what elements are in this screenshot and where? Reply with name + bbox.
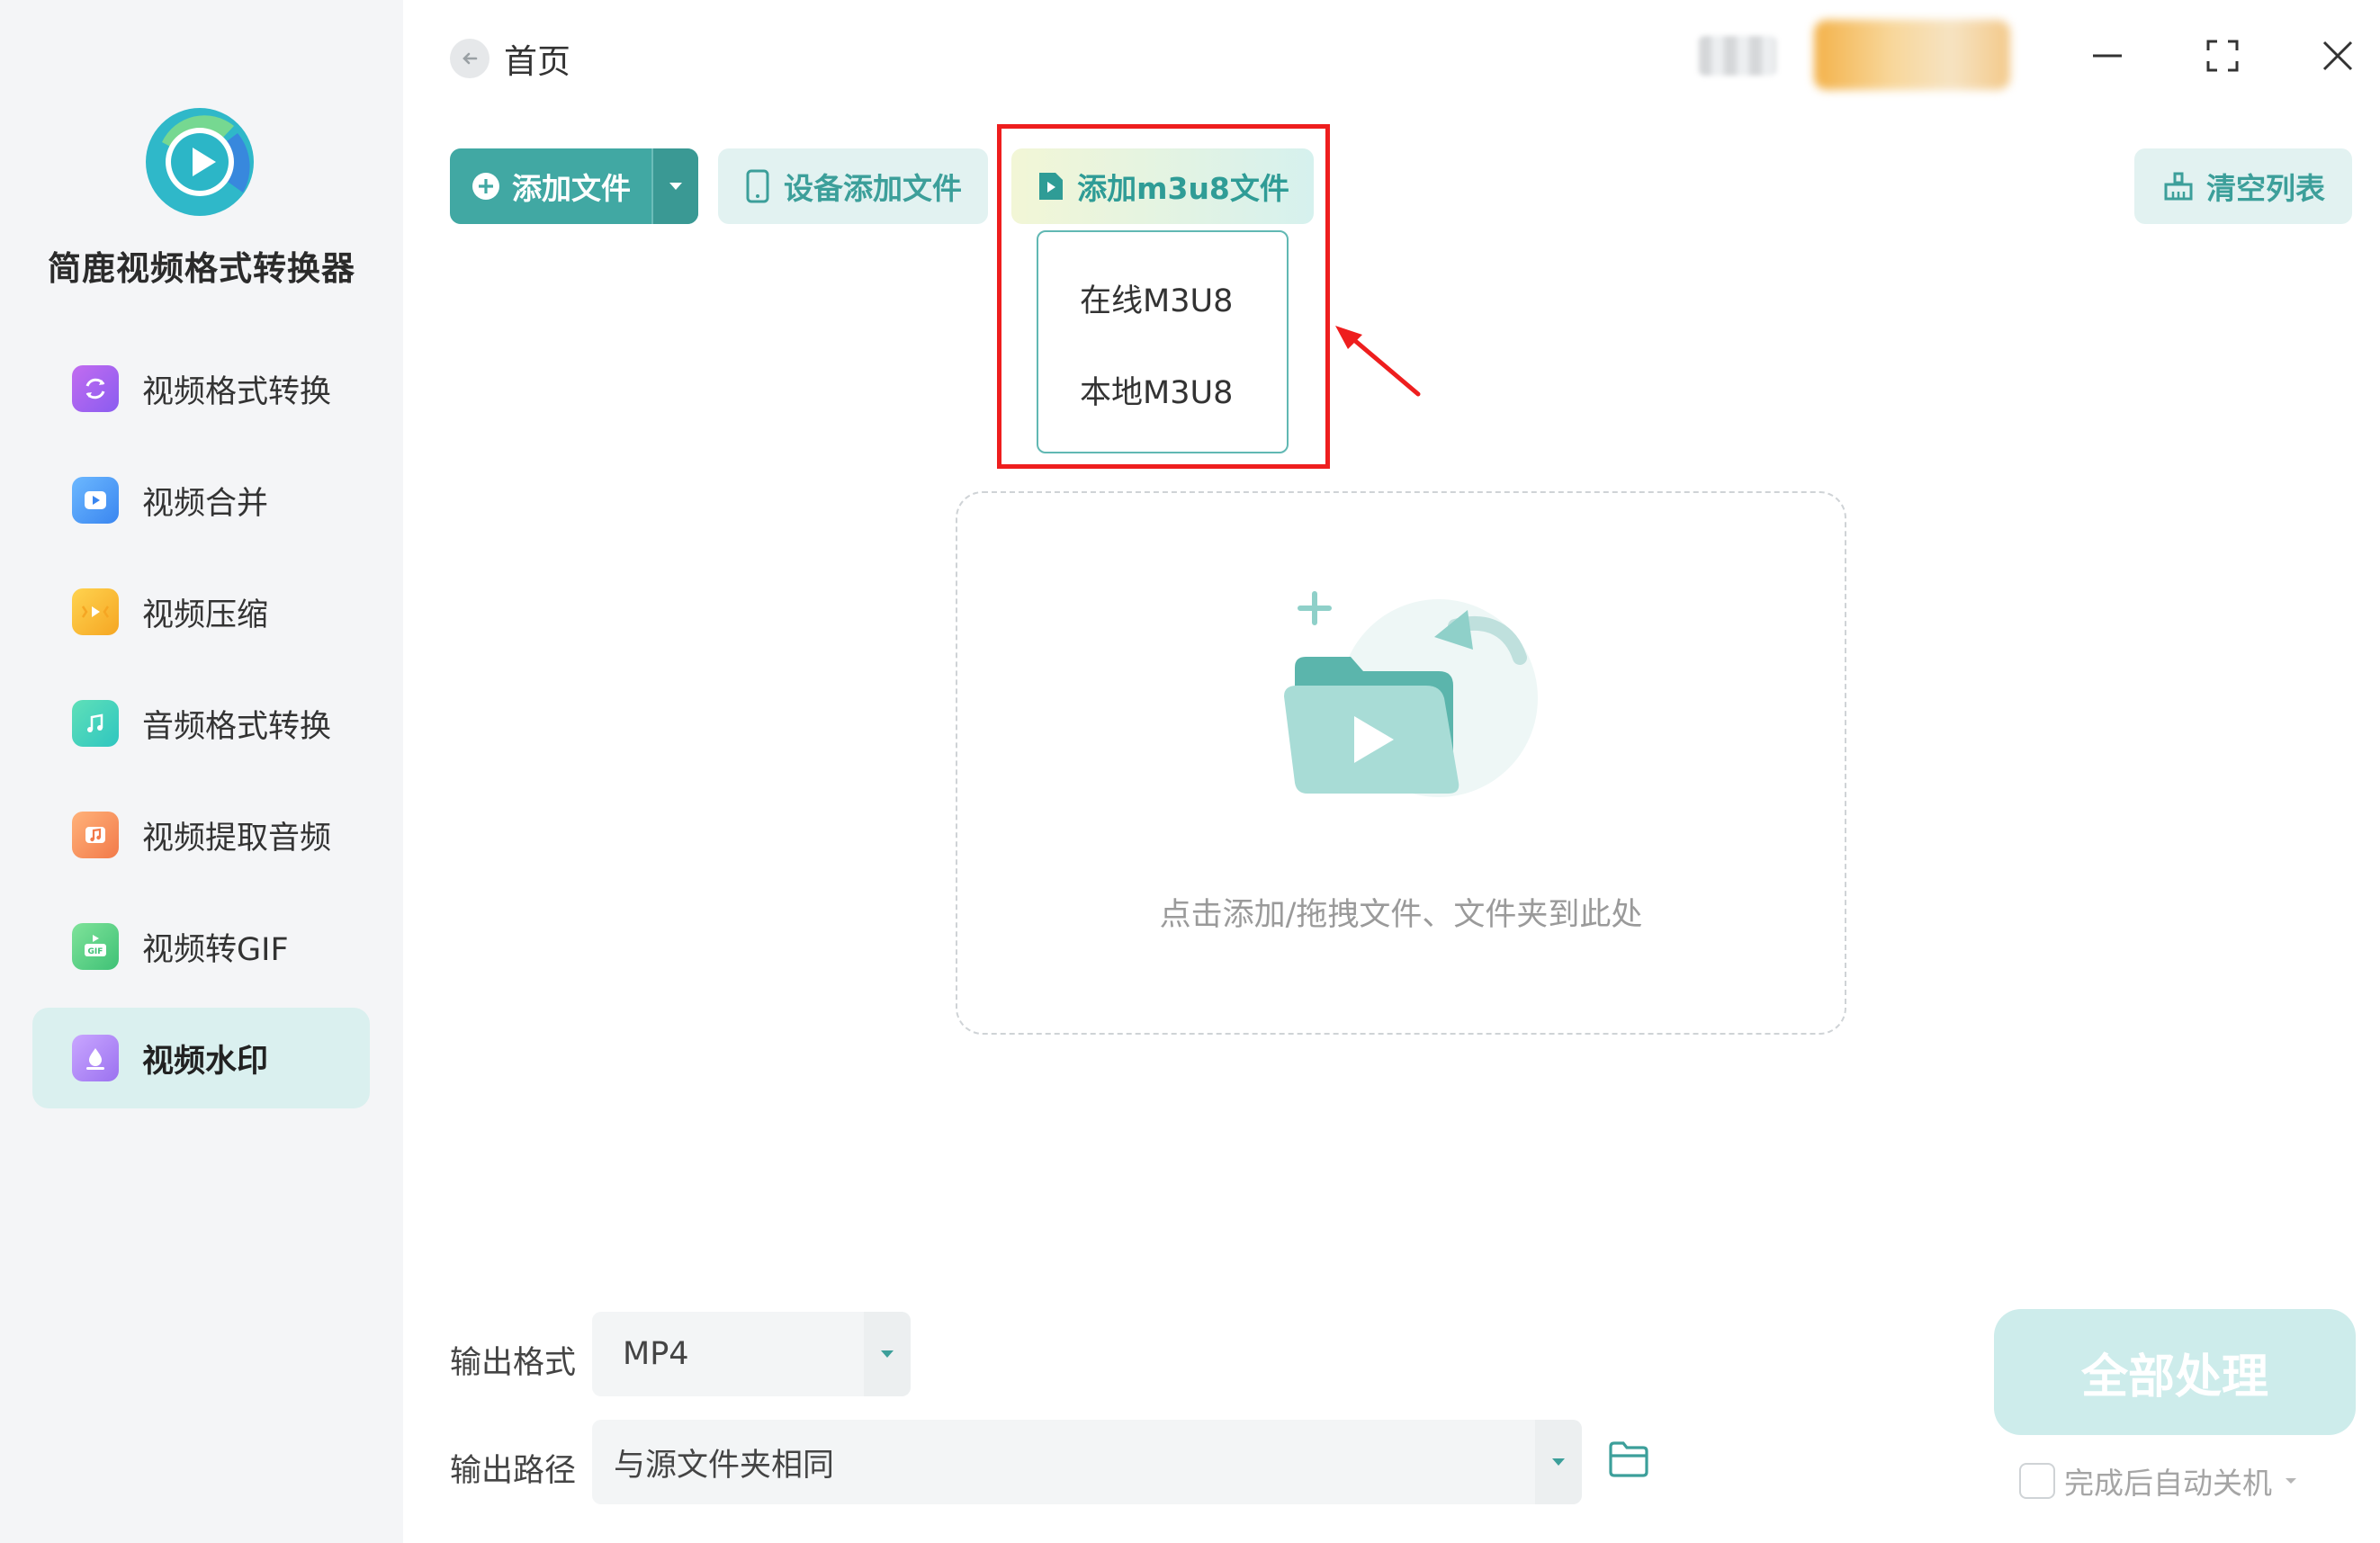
sidebar-item-audio-convert[interactable]: 音频格式转换 bbox=[32, 673, 370, 774]
sidebar-item-label: 视频合并 bbox=[142, 485, 269, 522]
home-link[interactable]: 首页 bbox=[450, 34, 570, 83]
maximize-icon bbox=[2206, 40, 2239, 72]
caret-down-icon[interactable] bbox=[2283, 1476, 2299, 1486]
drop-area-hint: 点击添加/拖拽文件、文件夹到此处 bbox=[1159, 897, 1643, 933]
auto-shutdown-checkbox[interactable] bbox=[2019, 1463, 2055, 1499]
video-compress-icon bbox=[72, 588, 119, 635]
folder-icon bbox=[1609, 1441, 1648, 1477]
device-add-file-button[interactable]: 设备添加文件 bbox=[718, 148, 988, 224]
output-format-label: 输出格式 bbox=[450, 1345, 577, 1381]
close-button[interactable] bbox=[2309, 27, 2367, 85]
output-format-select[interactable]: MP4 bbox=[592, 1312, 911, 1396]
clear-list-button[interactable]: 清空列表 bbox=[2134, 148, 2352, 224]
auto-shutdown-label: 完成后自动关机 bbox=[2064, 1466, 2272, 1501]
device-add-file-label: 设备添加文件 bbox=[784, 171, 962, 206]
process-all-button[interactable]: 全部处理 bbox=[1994, 1309, 2356, 1435]
blurred-vip-badge[interactable] bbox=[1814, 20, 2010, 90]
sidebar: 简鹿视频格式转换器 视频格式转换 视频合并 视频压缩 音频格式转换 视频提取音频… bbox=[0, 0, 403, 1543]
home-label: 首页 bbox=[504, 42, 570, 81]
sidebar-item-label: 音频格式转换 bbox=[142, 708, 332, 745]
sidebar-item-label: 视频提取音频 bbox=[142, 820, 332, 857]
app-name: 简鹿视频格式转换器 bbox=[48, 249, 355, 288]
sidebar-item-extract-audio[interactable]: 视频提取音频 bbox=[32, 785, 370, 885]
extract-audio-icon bbox=[72, 812, 119, 858]
folder-upload-icon bbox=[1284, 591, 1538, 797]
minimize-button[interactable] bbox=[2079, 27, 2136, 85]
svg-text:GIF: GIF bbox=[88, 947, 103, 956]
gif-icon: GIF bbox=[72, 923, 119, 970]
add-file-button[interactable]: 添加文件 bbox=[450, 148, 651, 224]
sidebar-item-label: 视频压缩 bbox=[142, 597, 269, 633]
open-folder-button[interactable] bbox=[1607, 1438, 1650, 1481]
video-convert-icon bbox=[72, 365, 119, 412]
back-arrow-icon bbox=[450, 39, 489, 78]
sidebar-item-label: 视频格式转换 bbox=[142, 373, 332, 410]
sidebar-item-watermark[interactable]: 视频水印 bbox=[32, 1008, 370, 1108]
video-merge-icon bbox=[72, 477, 119, 524]
sidebar-item-label: 视频水印 bbox=[142, 1043, 269, 1080]
maximize-button[interactable] bbox=[2194, 27, 2251, 85]
chevron-down-icon bbox=[1535, 1420, 1582, 1504]
sidebar-item-video-convert[interactable]: 视频格式转换 bbox=[32, 338, 370, 439]
sidebar-item-video-compress[interactable]: 视频压缩 bbox=[32, 561, 370, 662]
output-path-label: 输出路径 bbox=[450, 1453, 577, 1489]
phone-icon bbox=[746, 169, 769, 203]
plus-circle-icon bbox=[472, 173, 499, 200]
sidebar-item-video-merge[interactable]: 视频合并 bbox=[32, 450, 370, 551]
sidebar-item-gif[interactable]: GIF 视频转GIF bbox=[32, 896, 370, 997]
file-drop-area[interactable]: 点击添加/拖拽文件、文件夹到此处 bbox=[956, 491, 1846, 1035]
add-file-button-group: 添加文件 bbox=[450, 148, 698, 224]
clear-list-label: 清空列表 bbox=[2206, 171, 2325, 206]
chevron-down-icon bbox=[864, 1312, 911, 1396]
sidebar-nav: 视频格式转换 视频合并 视频压缩 音频格式转换 视频提取音频 GIF 视频转GI… bbox=[32, 338, 370, 1119]
add-file-dropdown-button[interactable] bbox=[651, 148, 698, 224]
audio-convert-icon bbox=[72, 700, 119, 747]
output-path-value: 与源文件夹相同 bbox=[614, 1447, 835, 1484]
sidebar-item-label: 视频转GIF bbox=[142, 931, 289, 968]
broom-icon bbox=[2164, 172, 2193, 201]
caret-down-icon bbox=[669, 183, 682, 190]
watermark-icon bbox=[72, 1035, 119, 1081]
app-logo bbox=[146, 108, 254, 216]
minimize-icon bbox=[2093, 54, 2122, 58]
annotation-arrow-icon bbox=[1335, 326, 1421, 397]
close-icon bbox=[2322, 40, 2353, 71]
annotation-highlight-box bbox=[997, 124, 1330, 469]
add-file-label: 添加文件 bbox=[512, 171, 631, 206]
blurred-account-info bbox=[1699, 36, 1776, 76]
auto-shutdown-option[interactable]: 完成后自动关机 bbox=[2019, 1459, 2299, 1503]
output-path-select[interactable]: 与源文件夹相同 bbox=[592, 1420, 1582, 1504]
output-format-value: MP4 bbox=[623, 1336, 689, 1372]
